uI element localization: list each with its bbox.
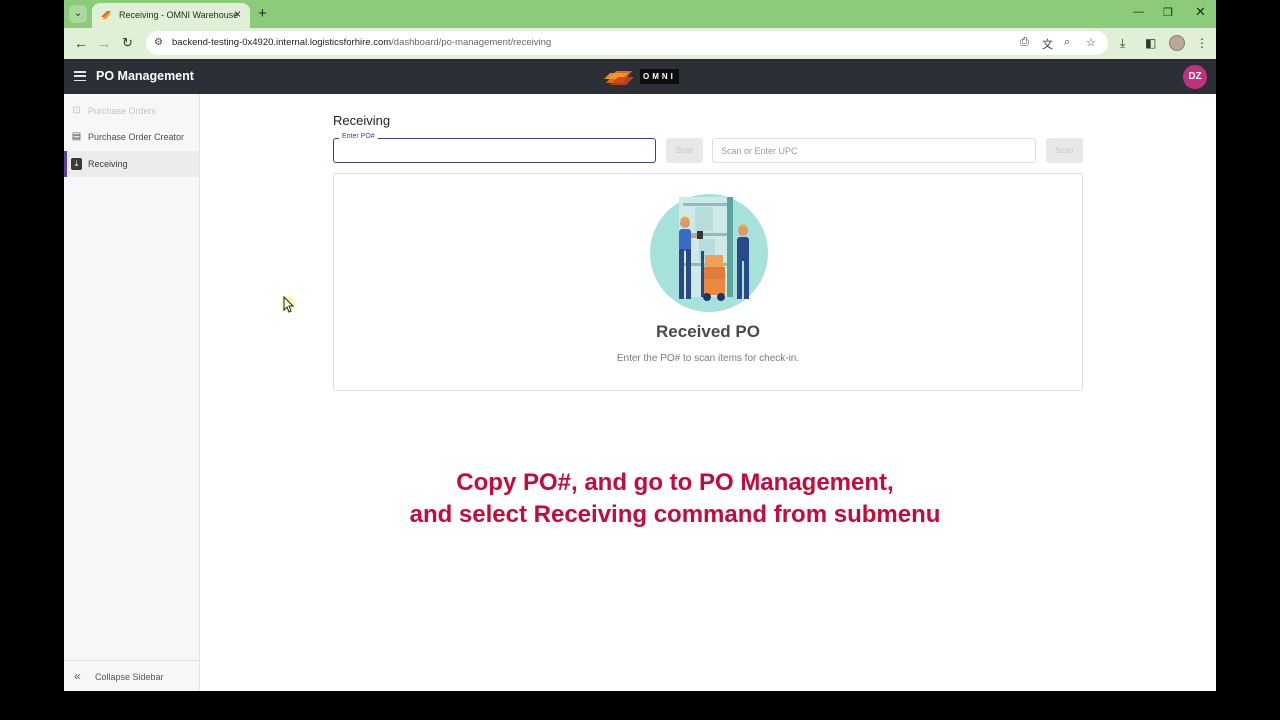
browser-window: ⌄ Receiving - OMNI Warehouse × + — ❐ ✕ ←…	[64, 0, 1216, 691]
window-close-icon[interactable]: ✕	[1195, 4, 1206, 20]
user-avatar[interactable]: DZ	[1183, 65, 1207, 89]
collapse-sidebar-button[interactable]: « Collapse Sidebar	[64, 660, 199, 691]
scan-upc-button[interactable]: Scan	[1046, 138, 1083, 163]
cart-icon: ⊡	[72, 105, 81, 116]
upc-field[interactable]	[712, 138, 1036, 163]
tutorial-caption-line-2: and select Receiving command from submen…	[409, 501, 941, 528]
omni-logo: OMNI	[602, 67, 680, 87]
tab-close-icon[interactable]: ×	[234, 7, 241, 21]
new-tab-icon[interactable]: +	[258, 5, 267, 22]
sidebar-item-label: Purchase Order Creator	[88, 132, 185, 142]
sidebar-item-purchase-order-creator[interactable]: ▤ Purchase Order Creator	[64, 124, 199, 150]
sidebar-item-purchase-orders[interactable]: ⊡ Purchase Orders	[64, 98, 199, 124]
omni-logo-mark-icon	[604, 71, 634, 85]
page-title: Receiving	[333, 113, 391, 128]
mouse-cursor-icon	[282, 296, 295, 313]
zoom-icon[interactable]: ⌕	[1064, 36, 1070, 49]
tab-strip: ⌄ Receiving - OMNI Warehouse × + — ❐ ✕	[64, 0, 1216, 28]
url-text: backend-testing-0x4920.internal.logistic…	[172, 37, 551, 48]
translate-icon[interactable]: 文	[1042, 36, 1053, 52]
po-number-field[interactable]: Enter PO#	[333, 133, 656, 163]
tab-search-chevron-icon[interactable]: ⌄	[69, 5, 87, 23]
receive-icon: ⤓	[71, 158, 82, 170]
tab-title: Receiving - OMNI Warehouse	[119, 10, 239, 20]
browser-toolbar: ← → ↻ ⚙ backend-testing-0x4920.internal.…	[64, 28, 1216, 59]
site-info-icon[interactable]: ⚙	[154, 37, 166, 49]
app-title: PO Management	[96, 69, 194, 83]
collapse-sidebar-label: Collapse Sidebar	[95, 672, 164, 682]
profile-avatar-icon[interactable]	[1169, 35, 1185, 51]
upc-input[interactable]	[713, 139, 1035, 162]
address-bar[interactable]: ⚙ backend-testing-0x4920.internal.logist…	[146, 31, 1108, 55]
hamburger-menu-icon[interactable]	[74, 71, 86, 82]
minimize-icon[interactable]: —	[1133, 6, 1144, 18]
warehouse-workers-illustration	[650, 194, 768, 312]
url-host: backend-testing-0x4920.internal.logistic…	[172, 37, 392, 48]
sidebar-item-label: Receiving	[88, 159, 128, 169]
app-header: PO Management OMNI DZ	[64, 59, 1216, 94]
bookmark-star-icon[interactable]: ☆	[1086, 36, 1096, 49]
logo-text: OMNI	[640, 69, 679, 84]
restore-icon[interactable]: ❐	[1163, 6, 1173, 19]
forward-icon[interactable]: →	[97, 35, 111, 51]
sidebar-item-label: Purchase Orders	[88, 106, 157, 116]
browser-tab[interactable]: Receiving - OMNI Warehouse ×	[92, 3, 250, 28]
document-icon: ▤	[71, 131, 82, 142]
url-path: /dashboard/po-management/receiving	[391, 37, 552, 48]
back-icon[interactable]: ←	[74, 35, 88, 51]
po-number-input[interactable]	[334, 139, 655, 162]
sidebar: ⊡ Purchase Orders ▤ Purchase Order Creat…	[64, 94, 200, 691]
sidebar-item-receiving[interactable]: ⤓ Receiving	[64, 151, 199, 177]
menu-kebab-icon[interactable]: ⋮	[1196, 36, 1208, 50]
omni-favicon-icon	[101, 11, 111, 19]
empty-state-subtitle: Enter the PO# to scan items for check-in…	[616, 353, 800, 364]
side-panel-icon[interactable]: ◧	[1145, 36, 1156, 50]
empty-state-card: Received PO Enter the PO# to scan items …	[333, 173, 1083, 391]
reload-icon[interactable]: ↻	[122, 35, 133, 51]
download-icon[interactable]: ⤓	[1120, 36, 1125, 51]
tutorial-caption-line-1: Copy PO#, and go to PO Management,	[456, 469, 894, 496]
install-app-icon[interactable]: ⎙	[1020, 36, 1029, 49]
empty-state-title: Received PO	[656, 322, 760, 341]
double-chevron-left-icon: «	[74, 669, 81, 683]
scan-po-button[interactable]: Scan	[666, 138, 703, 163]
